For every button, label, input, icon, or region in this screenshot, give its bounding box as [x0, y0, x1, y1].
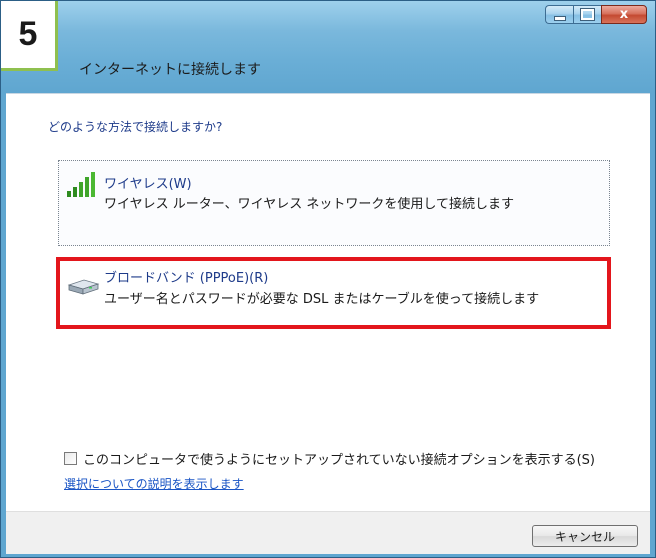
broadband-option[interactable]: ブロードバンド (PPPoE)(R) ユーザー名とパスワードが必要な DSL ま… — [56, 257, 611, 329]
window-controls: x — [545, 5, 647, 25]
minimize-icon — [553, 15, 566, 21]
title-bar[interactable]: インターネットに接続します x — [1, 1, 655, 93]
dialog-window: インターネットに接続します x 5 どのような方法で接続しますか? ワイヤレス(… — [0, 0, 656, 558]
show-options-checkbox-row[interactable]: このコンピュータで使うようにセットアップされていない接続オプションを表示する(S… — [64, 449, 595, 468]
wireless-option-title: ワイヤレス(W) — [104, 177, 192, 192]
broadband-modem-icon — [67, 279, 100, 295]
help-link[interactable]: 選択についての説明を表示します — [64, 475, 244, 492]
show-options-checkbox[interactable] — [64, 452, 77, 465]
broadband-option-description: ユーザー名とパスワードが必要な DSL またはケーブルを使って接続します — [104, 292, 540, 307]
step-number-badge: 5 — [1, 1, 58, 71]
close-button[interactable]: x — [601, 5, 647, 24]
window-title: インターネットに接続します — [79, 62, 261, 78]
minimize-button[interactable] — [545, 5, 573, 24]
show-options-checkbox-label[interactable]: このコンピュータで使うようにセットアップされていない接続オプションを表示する(S… — [83, 449, 595, 468]
wireless-option[interactable]: ワイヤレス(W) ワイヤレス ルーター、ワイヤレス ネットワークを使用して接続し… — [58, 160, 610, 246]
maximize-icon — [580, 8, 595, 21]
question-heading: どのような方法で接続しますか? — [48, 120, 223, 134]
wireless-signal-icon — [67, 172, 95, 197]
dialog-footer: キャンセル — [6, 511, 650, 554]
maximize-button[interactable] — [573, 5, 601, 24]
close-icon: x — [619, 7, 629, 22]
wireless-option-description: ワイヤレス ルーター、ワイヤレス ネットワークを使用して接続します — [104, 197, 514, 212]
dialog-content: どのような方法で接続しますか? ワイヤレス(W) ワイヤレス ルーター、ワイヤレ… — [6, 93, 650, 512]
broadband-option-title: ブロードバンド (PPPoE)(R) — [104, 271, 269, 286]
cancel-button[interactable]: キャンセル — [532, 525, 638, 547]
